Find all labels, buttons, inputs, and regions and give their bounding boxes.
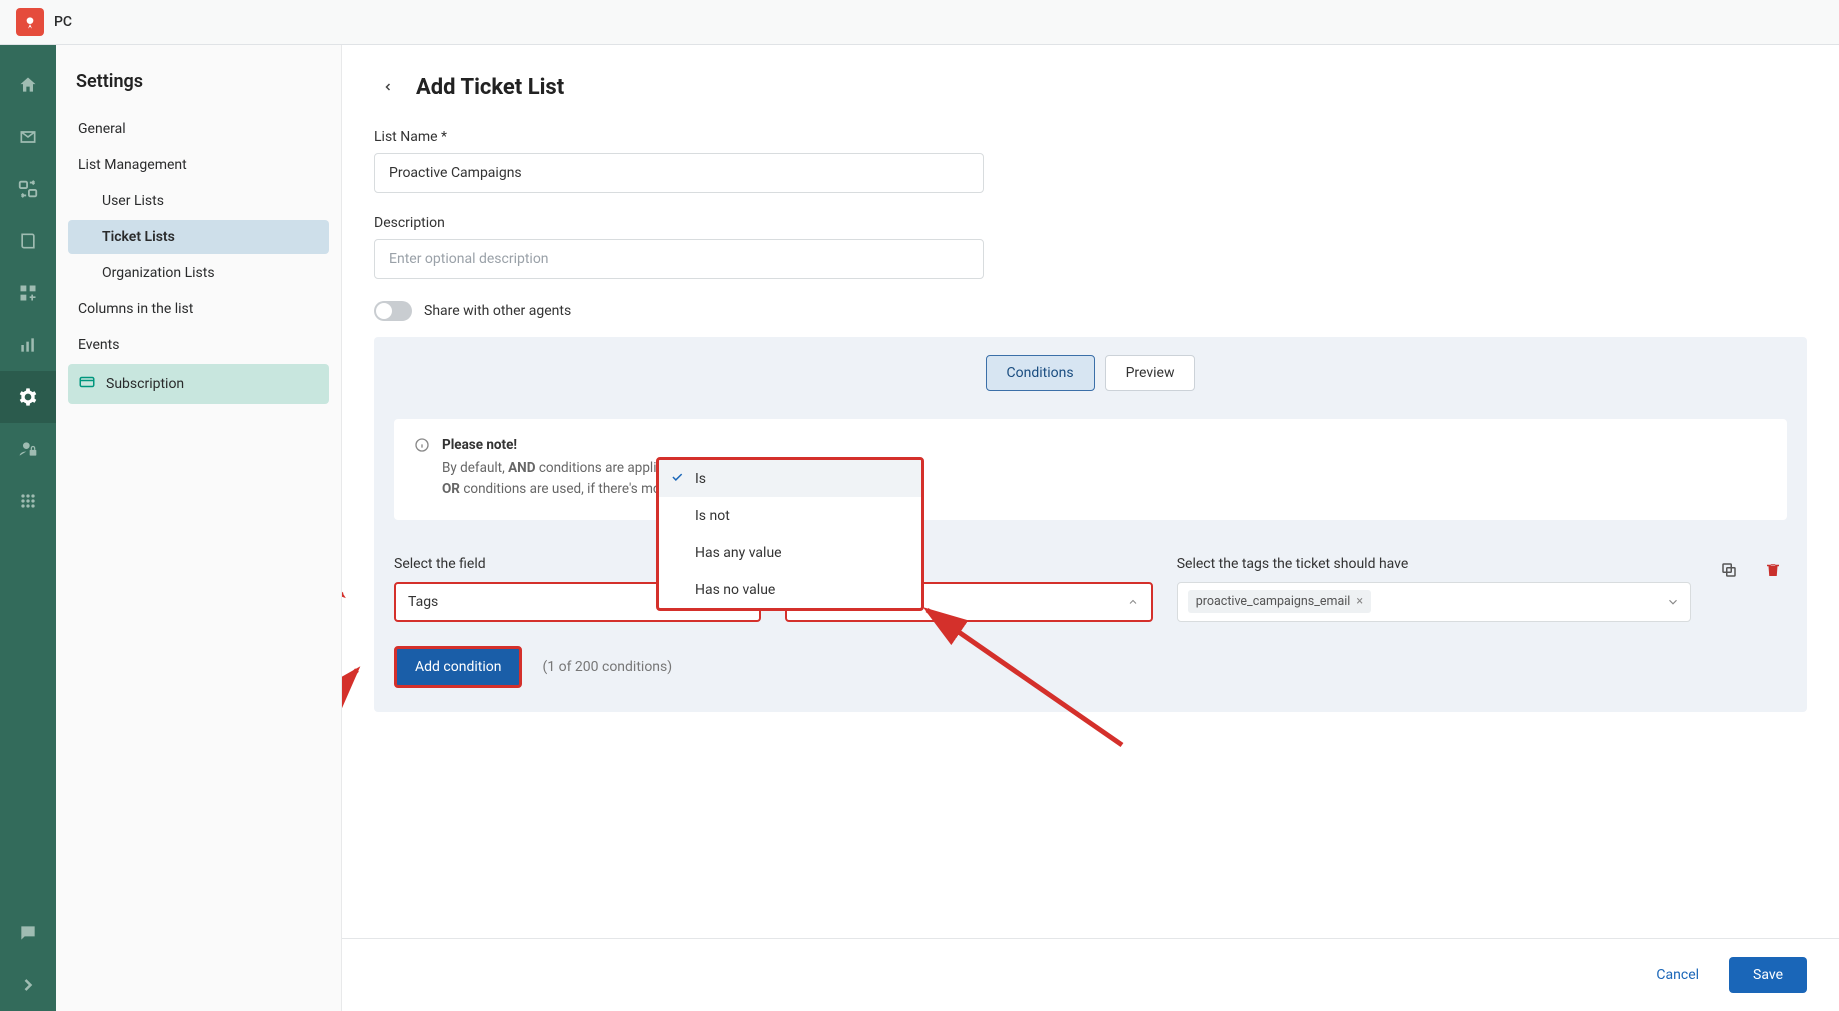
topbar: PC bbox=[0, 0, 1839, 45]
sidebar-item-organization-lists[interactable]: Organization Lists bbox=[68, 256, 329, 290]
sidebar-title: Settings bbox=[68, 71, 329, 92]
sidebar-item-subscription[interactable]: Subscription bbox=[68, 364, 329, 404]
description-label: Description bbox=[374, 215, 984, 231]
tag-remove-icon[interactable]: × bbox=[1356, 594, 1363, 609]
sidebar-item-ticket-lists[interactable]: Ticket Lists bbox=[68, 220, 329, 254]
rail-expand-icon[interactable] bbox=[0, 959, 56, 1011]
rail-mail-icon[interactable] bbox=[0, 111, 56, 163]
back-button[interactable] bbox=[374, 73, 402, 101]
list-name-label: List Name * bbox=[374, 129, 984, 145]
tags-select-label: Select the tags the ticket should have bbox=[1177, 556, 1691, 572]
sidebar-item-general[interactable]: General bbox=[68, 112, 329, 146]
add-condition-button[interactable]: Add condition bbox=[394, 646, 522, 688]
rail-analytics-icon[interactable] bbox=[0, 319, 56, 371]
list-name-input[interactable] bbox=[374, 153, 984, 193]
sidebar-item-columns[interactable]: Columns in the list bbox=[68, 292, 329, 326]
dropdown-option-has-any[interactable]: Has any value bbox=[659, 534, 921, 571]
info-icon bbox=[414, 437, 430, 500]
copy-condition-button[interactable] bbox=[1715, 556, 1743, 584]
delete-condition-button[interactable] bbox=[1759, 556, 1787, 584]
sidebar: Settings General List Management User Li… bbox=[56, 45, 342, 1011]
rail-chat-icon[interactable] bbox=[0, 907, 56, 959]
app-name: PC bbox=[54, 14, 72, 30]
share-toggle[interactable] bbox=[374, 301, 412, 321]
dropdown-option-has-no[interactable]: Has no value bbox=[659, 571, 921, 608]
sidebar-item-label: Subscription bbox=[106, 376, 184, 392]
tab-conditions[interactable]: Conditions bbox=[986, 355, 1095, 391]
save-button[interactable]: Save bbox=[1729, 957, 1807, 993]
rail-settings-icon[interactable] bbox=[0, 371, 56, 423]
rail-nav bbox=[0, 45, 56, 1011]
chevron-up-icon bbox=[1127, 596, 1139, 608]
sidebar-item-user-lists[interactable]: User Lists bbox=[68, 184, 329, 218]
rail-grid-add-icon[interactable] bbox=[0, 267, 56, 319]
rail-user-lock-icon[interactable] bbox=[0, 423, 56, 475]
rail-sync-icon[interactable] bbox=[0, 163, 56, 215]
operator-dropdown: Is Is not Has any value Has no value bbox=[656, 457, 924, 611]
sidebar-item-list-management[interactable]: List Management bbox=[68, 148, 329, 182]
conditions-panel: Conditions Preview Please note! By defau… bbox=[374, 337, 1807, 712]
share-toggle-label: Share with other agents bbox=[424, 303, 571, 319]
description-input[interactable] bbox=[374, 239, 984, 279]
note-title: Please note! bbox=[442, 435, 721, 456]
rail-apps-icon[interactable] bbox=[0, 475, 56, 527]
tag-chip: proactive_campaigns_email × bbox=[1188, 590, 1371, 613]
chevron-down-icon bbox=[1666, 595, 1680, 609]
rail-book-icon[interactable] bbox=[0, 215, 56, 267]
rail-home-icon[interactable] bbox=[0, 59, 56, 111]
dropdown-option-is[interactable]: Is bbox=[659, 460, 921, 497]
cancel-button[interactable]: Cancel bbox=[1640, 957, 1715, 993]
note-box: Please note! By default, AND conditions … bbox=[394, 419, 1787, 520]
dropdown-option-is-not[interactable]: Is not bbox=[659, 497, 921, 534]
main-content: Add Ticket List List Name * Description … bbox=[342, 45, 1839, 1011]
tab-preview[interactable]: Preview bbox=[1105, 355, 1196, 391]
conditions-count: (1 of 200 conditions) bbox=[542, 659, 672, 675]
page-title: Add Ticket List bbox=[416, 75, 564, 100]
tags-select[interactable]: proactive_campaigns_email × bbox=[1177, 582, 1691, 622]
check-icon bbox=[670, 470, 684, 488]
page-footer: Cancel Save bbox=[342, 938, 1839, 1011]
app-logo bbox=[16, 8, 44, 36]
credit-card-icon bbox=[78, 373, 96, 395]
sidebar-item-events[interactable]: Events bbox=[68, 328, 329, 362]
